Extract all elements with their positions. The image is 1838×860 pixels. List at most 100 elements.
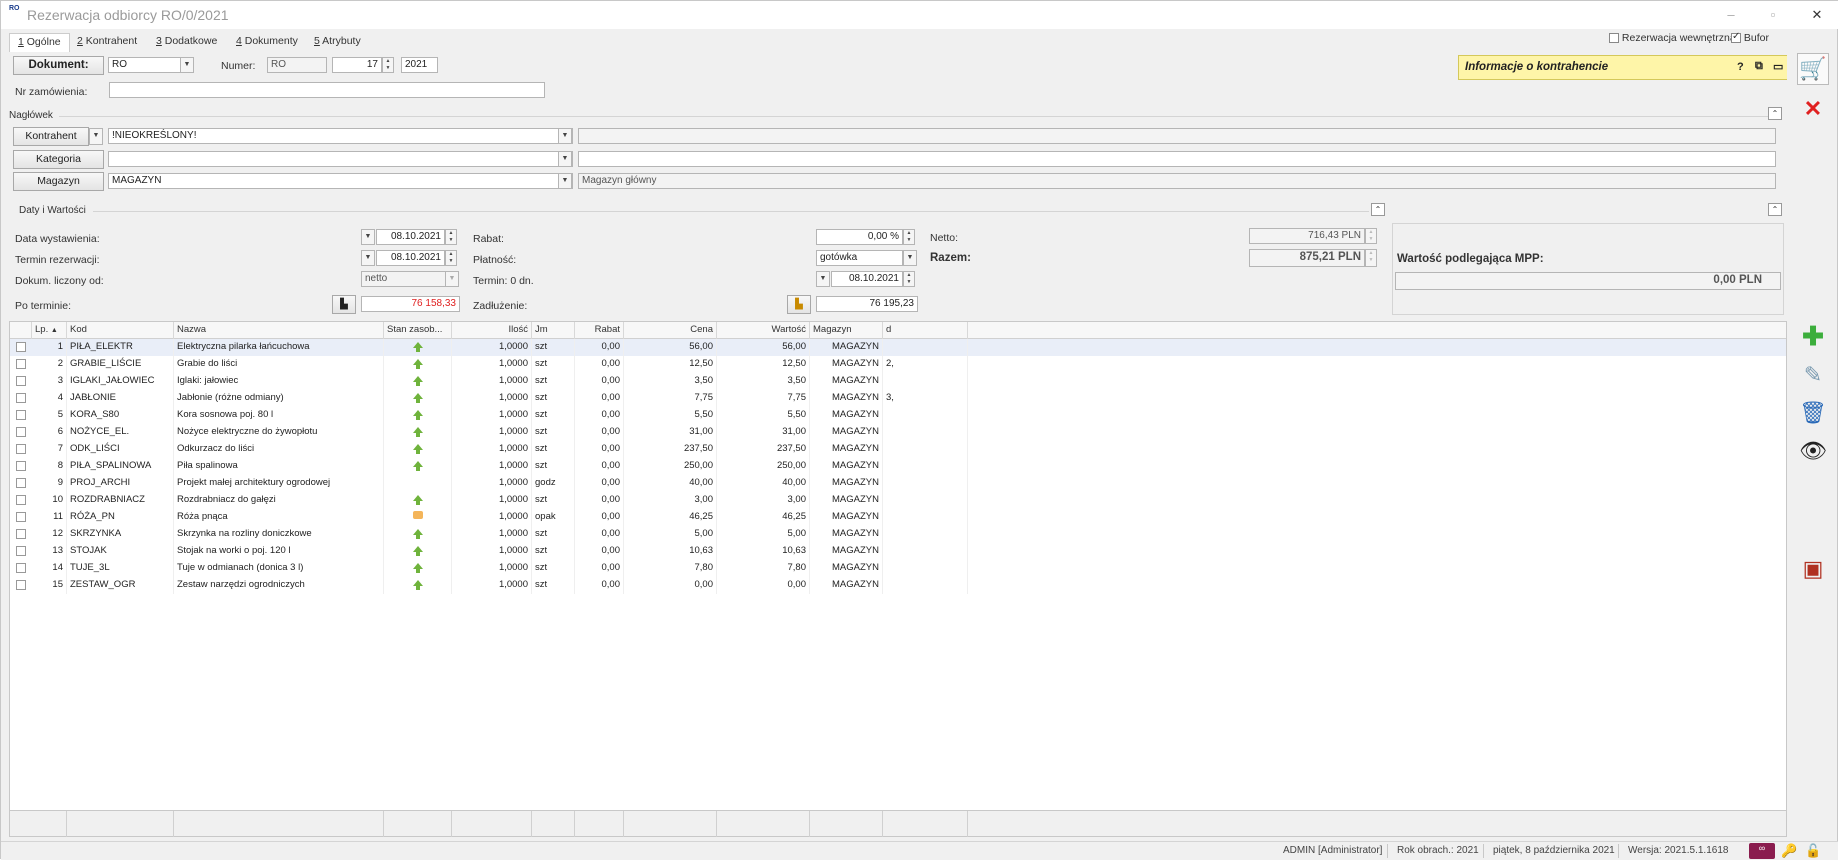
- order-number-input[interactable]: [109, 82, 545, 98]
- document-type-dropdown-icon[interactable]: ▼: [180, 57, 194, 73]
- add-item-icon[interactable]: ✚: [1797, 320, 1829, 352]
- magazyn-input[interactable]: MAGAZYN: [108, 173, 573, 189]
- issue-date-spinner[interactable]: ▲ ▼: [445, 229, 457, 245]
- table-row[interactable]: 12 SKRZYNKA Skrzynka na rozliny doniczkowe…: [10, 526, 1786, 543]
- discount-input[interactable]: 0,00 %: [816, 229, 903, 245]
- row-checkbox[interactable]: [16, 393, 26, 403]
- row-checkbox[interactable]: [16, 563, 26, 573]
- number-field[interactable]: 17: [332, 57, 382, 73]
- table-row[interactable]: 13 STOJAK Stojak na worki o poj. 120 l 1,00…: [10, 543, 1786, 560]
- row-checkbox[interactable]: [16, 461, 26, 471]
- year-field[interactable]: 2021: [401, 57, 438, 73]
- table-row[interactable]: 7 ODK_LIŚCI Odkurzacz do liści 1,0000 szt 0,0…: [10, 441, 1786, 458]
- row-checkbox[interactable]: [16, 529, 26, 539]
- table-row[interactable]: 14 TUJE_3L Tuje w odmianach (donica 3 l) 1,…: [10, 560, 1786, 577]
- table-row[interactable]: 4 JABŁONIE Jabłonie (różne odmiany) 1,0000 s…: [10, 390, 1786, 407]
- internal-reservation-option[interactable]: Rezerwacja wewnętrzna: [1609, 32, 1736, 44]
- issue-date-input[interactable]: 08.10.2021: [376, 229, 445, 245]
- kontrahent-button[interactable]: Kontrahent: [13, 127, 89, 146]
- delete-item-icon[interactable]: 🗑: [1797, 397, 1829, 429]
- magazyn-dropdown-icon[interactable]: ▼: [558, 173, 572, 189]
- table-row[interactable]: 11 RÓŻA_PN Róża pnąca 1,0000 opak 0,00 46,25 46…: [10, 509, 1786, 526]
- restore-icon[interactable]: ⧉: [1755, 60, 1763, 73]
- maximize-panel-icon[interactable]: ▭: [1773, 60, 1783, 73]
- table-row[interactable]: 3 IGLAKI_JAŁOWIEC Iglaki: jałowiec 1,0000 sz…: [10, 373, 1786, 390]
- table-row[interactable]: 9 PROJ_ARCHI Projekt małej architektury og…: [10, 475, 1786, 492]
- row-checkbox[interactable]: [16, 376, 26, 386]
- payment-term-spinner[interactable]: ▲ ▼: [903, 271, 915, 287]
- reservation-date-input[interactable]: 08.10.2021: [376, 250, 445, 266]
- row-checkbox[interactable]: [16, 444, 26, 454]
- payment-term-input[interactable]: 08.10.2021: [831, 271, 903, 287]
- key-icon[interactable]: 🔑: [1781, 843, 1797, 859]
- select-all-column[interactable]: [10, 322, 32, 339]
- column-rabat[interactable]: Rabat: [575, 322, 624, 339]
- magazyn-button[interactable]: Magazyn: [13, 172, 104, 191]
- maximize-button[interactable]: ▫: [1758, 5, 1788, 25]
- overdue-detail-button[interactable]: ▙: [332, 295, 356, 314]
- column-d[interactable]: d: [883, 322, 968, 339]
- row-checkbox[interactable]: [16, 546, 26, 556]
- payment-select[interactable]: gotówka: [816, 250, 903, 266]
- row-checkbox[interactable]: [16, 495, 26, 505]
- table-row[interactable]: 2 GRABIE_LIŚCIE Grabie do liści 1,0000 szt 0,…: [10, 356, 1786, 373]
- tab-kontrahent[interactable]: 2 Kontrahent: [69, 33, 145, 52]
- row-checkbox[interactable]: [16, 427, 26, 437]
- issue-date-dropdown-icon[interactable]: ▼: [361, 229, 375, 245]
- number-spinner[interactable]: ▲ ▼: [382, 57, 394, 73]
- contractor-info-panel[interactable]: Informacje o kontrahencie ? ⧉ ▭: [1458, 55, 1822, 80]
- column-cena[interactable]: Cena: [624, 322, 717, 339]
- debt-detail-button[interactable]: ▙: [787, 295, 811, 314]
- payment-dropdown-icon[interactable]: ▼: [903, 250, 917, 266]
- lock-icon[interactable]: 🔓: [1805, 843, 1821, 859]
- column-jm[interactable]: Jm: [532, 322, 575, 339]
- collapse-mpp-icon[interactable]: ⌃: [1768, 203, 1782, 216]
- infinity-icon[interactable]: ∞: [1749, 843, 1775, 859]
- calc-basis-dropdown-icon[interactable]: ▼: [445, 271, 459, 287]
- row-checkbox[interactable]: [16, 410, 26, 420]
- column-wartosc[interactable]: Wartość: [717, 322, 810, 339]
- table-row[interactable]: 6 NOŻYCE_EL. Nożyce elektryczne do żywopło…: [10, 424, 1786, 441]
- help-icon[interactable]: ?: [1737, 61, 1744, 73]
- table-row[interactable]: 1 PIŁA_ELEKTR Elektryczna pilarka łańcucho…: [10, 339, 1786, 356]
- table-row[interactable]: 15 ZESTAW_OGR Zestaw narzędzi ogrodniczych…: [10, 577, 1786, 594]
- discount-spinner[interactable]: ▲ ▼: [903, 229, 915, 245]
- table-row[interactable]: 5 KORA_S80 Kora sosnowa poj. 80 l 1,0000 szt…: [10, 407, 1786, 424]
- reservation-date-dropdown-icon[interactable]: ▼: [361, 250, 375, 266]
- table-row[interactable]: 10 ROZDRABNIACZ Rozdrabniacz do gałęzi 1,00…: [10, 492, 1786, 509]
- document-button[interactable]: Dokument:: [13, 56, 104, 75]
- reservation-date-spinner[interactable]: ▲ ▼: [445, 250, 457, 266]
- close-button[interactable]: ✕: [1802, 5, 1832, 25]
- row-checkbox[interactable]: [16, 342, 26, 352]
- kategoria-description[interactable]: [578, 151, 1776, 167]
- column-stan[interactable]: Stan zasob...: [384, 322, 452, 339]
- tab-dokumenty[interactable]: 4 Dokumenty: [228, 33, 306, 52]
- kontrahent-dropdown-icon[interactable]: ▼: [558, 128, 572, 144]
- kategoria-dropdown-icon[interactable]: ▼: [558, 151, 572, 167]
- tab-atrybuty[interactable]: 5 Atrybuty: [306, 33, 369, 52]
- kategoria-input[interactable]: [108, 151, 573, 167]
- buffer-checkbox[interactable]: [1731, 31, 1741, 44]
- collapse-header-icon[interactable]: ⌃: [1768, 107, 1782, 120]
- internal-reservation-checkbox[interactable]: [1609, 33, 1619, 44]
- export-icon[interactable]: ▣: [1797, 553, 1829, 585]
- column-magazyn[interactable]: Magazyn: [810, 322, 883, 339]
- payment-term-dropdown-icon[interactable]: ▼: [816, 271, 830, 287]
- minimize-button[interactable]: –: [1716, 5, 1746, 25]
- column-kod[interactable]: Kod: [67, 322, 174, 339]
- save-cart-icon[interactable]: 🛒: [1797, 53, 1829, 85]
- kontrahent-menu-icon[interactable]: ▼: [89, 128, 103, 145]
- collapse-dates-icon[interactable]: ⌃: [1371, 203, 1385, 216]
- edit-item-icon[interactable]: ✎: [1797, 359, 1829, 391]
- calc-basis-select[interactable]: netto: [361, 271, 447, 287]
- row-checkbox[interactable]: [16, 580, 26, 590]
- row-checkbox[interactable]: [16, 359, 26, 369]
- tab-dodatkowe[interactable]: 3 Dodatkowe: [148, 33, 225, 52]
- row-checkbox[interactable]: [16, 478, 26, 488]
- cancel-icon[interactable]: ✕: [1797, 93, 1829, 125]
- kategoria-button[interactable]: Kategoria: [13, 150, 104, 169]
- document-type-select[interactable]: RO: [108, 57, 182, 73]
- column-ilosc[interactable]: Ilość: [452, 322, 532, 339]
- tab-ogolne[interactable]: 1 Ogólne: [9, 33, 70, 52]
- column-nazwa[interactable]: Nazwa: [174, 322, 384, 339]
